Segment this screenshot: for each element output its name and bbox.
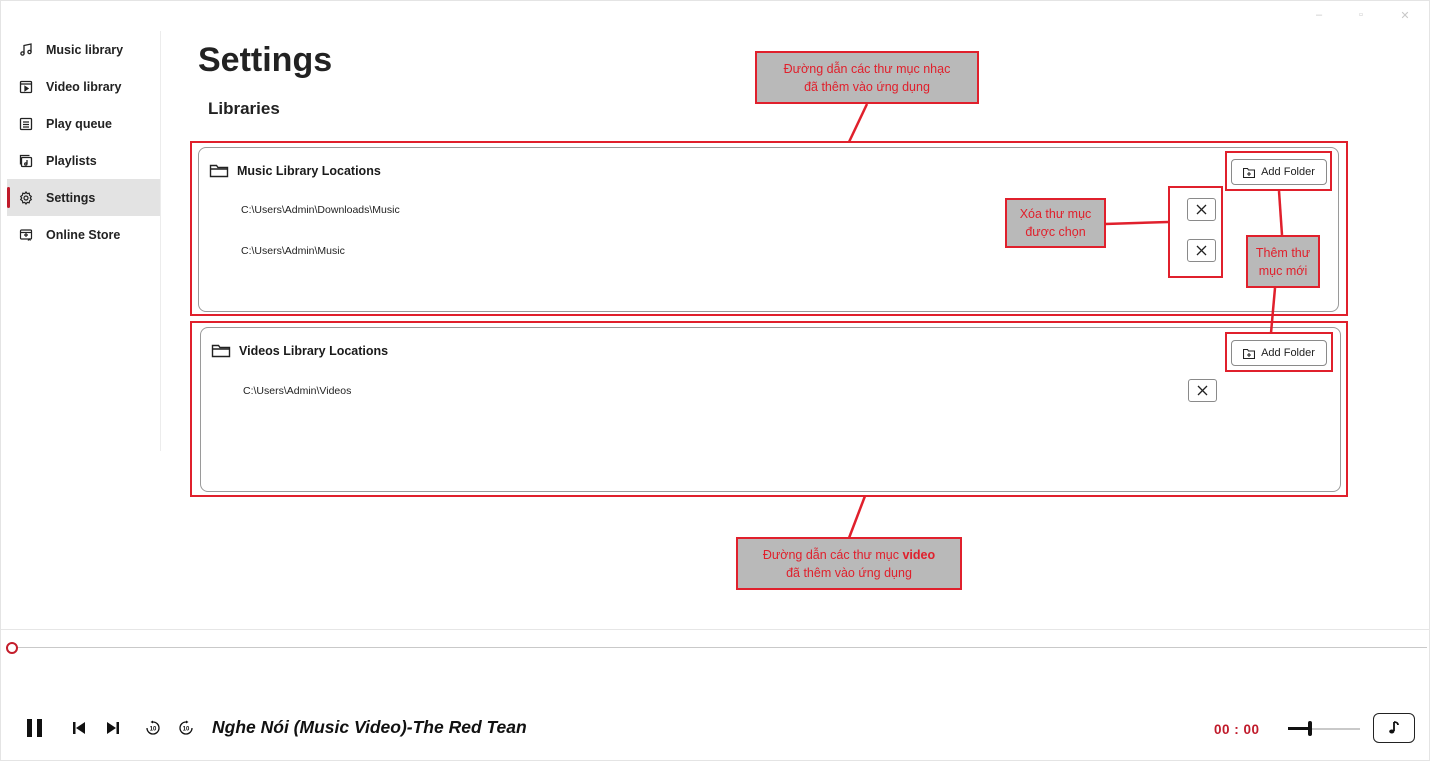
- annotation-text: Đường dẫn các thư mục nhạc: [783, 61, 951, 76]
- music-library-heading-label: Music Library Locations: [237, 164, 381, 178]
- folder-icon: [211, 344, 231, 358]
- video-library-heading-label: Videos Library Locations: [239, 344, 389, 358]
- rewind-10-icon: 10: [146, 720, 160, 735]
- close-icon[interactable]: ✕: [1395, 9, 1415, 22]
- video-library-panel: Videos Library Locations C:\Users\Admin\…: [200, 327, 1341, 492]
- pause-button[interactable]: [25, 717, 45, 739]
- maximize-icon[interactable]: ▫: [1351, 9, 1371, 21]
- app-window: – ▫ ✕ Music library Video library Play q…: [0, 0, 1430, 761]
- sidebar: Music library Video library Play queue P…: [7, 31, 161, 451]
- add-folder-label: Add Folder: [1261, 347, 1315, 359]
- annotation-text: đã thêm vào ứng dụng: [786, 565, 912, 580]
- volume-fill: [1288, 727, 1310, 730]
- annotation-text: Xóa thư mục: [1019, 207, 1092, 221]
- gear-icon: [19, 190, 33, 205]
- add-video-folder-button[interactable]: Add Folder: [1231, 340, 1327, 366]
- music-library-panel: Music Library Locations C:\Users\Admin\D…: [198, 147, 1339, 312]
- video-path-item: C:\Users\Admin\Videos: [243, 385, 352, 397]
- sidebar-item-label: Playlists: [46, 153, 97, 168]
- next-button[interactable]: [105, 720, 121, 736]
- close-icon: [1196, 204, 1207, 215]
- sidebar-item-online-store[interactable]: Online Store: [7, 216, 160, 253]
- section-title: Libraries: [208, 99, 280, 118]
- store-icon: [19, 228, 33, 242]
- add-folder-label: Add Folder: [1261, 166, 1315, 178]
- forward-10-icon: 10: [179, 720, 193, 735]
- player-divider: [1, 629, 1430, 630]
- sidebar-item-label: Video library: [46, 79, 122, 94]
- rewind-10-button[interactable]: 10: [144, 719, 162, 737]
- sidebar-item-music-library[interactable]: Music library: [7, 31, 160, 68]
- pause-icon: [27, 719, 42, 737]
- sidebar-item-video-library[interactable]: Video library: [7, 68, 160, 105]
- playback-time: 00 : 00: [1214, 722, 1260, 737]
- annotation-add: Thêm thư mục mới: [1246, 235, 1320, 288]
- skip-next-icon: [107, 722, 119, 734]
- add-folder-icon: [1243, 348, 1256, 359]
- sidebar-item-play-queue[interactable]: Play queue: [7, 105, 160, 142]
- annotation-text: mục mới: [1258, 263, 1308, 278]
- queue-icon: [19, 117, 33, 131]
- music-note-icon: [19, 42, 33, 57]
- music-library-heading: Music Library Locations: [209, 163, 381, 179]
- sidebar-item-playlists[interactable]: Playlists: [7, 142, 160, 179]
- close-icon: [1197, 385, 1208, 396]
- annotation-remove: Xóa thư mục được chọn: [1005, 198, 1106, 248]
- annotation-text-bold: video: [902, 547, 936, 562]
- seek-thumb[interactable]: [6, 642, 18, 654]
- playlist-icon: [19, 154, 33, 168]
- remove-folder-button[interactable]: [1188, 379, 1217, 402]
- music-path-item: C:\Users\Admin\Music: [241, 245, 345, 257]
- svg-text:10: 10: [150, 727, 157, 733]
- sidebar-item-label: Play queue: [46, 116, 112, 131]
- music-note-icon: [1389, 721, 1399, 734]
- volume-slider[interactable]: [1288, 721, 1360, 736]
- annotation-text: đã thêm vào ứng dụng: [804, 79, 930, 94]
- forward-10-button[interactable]: 10: [177, 719, 195, 737]
- close-icon: [1196, 245, 1207, 256]
- volume-thumb[interactable]: [1307, 721, 1312, 736]
- now-playing-button[interactable]: [1373, 713, 1415, 743]
- annotation-video-paths: Đường dẫn các thư mục video đã thêm vào …: [736, 537, 962, 590]
- remove-folder-button[interactable]: [1187, 198, 1216, 221]
- annotation-text: Đường dẫn các thư mục video: [763, 546, 935, 564]
- video-library-heading: Videos Library Locations: [211, 343, 388, 359]
- annotation-text-part: Đường dẫn các thư mục: [762, 547, 903, 562]
- add-music-folder-button[interactable]: Add Folder: [1231, 159, 1327, 185]
- sidebar-item-settings[interactable]: Settings: [7, 179, 160, 216]
- seek-bar[interactable]: [11, 647, 1427, 648]
- music-path-item: C:\Users\Admin\Downloads\Music: [241, 204, 400, 216]
- sidebar-item-label: Music library: [46, 42, 124, 57]
- skip-previous-icon: [73, 722, 85, 734]
- minimize-icon[interactable]: –: [1309, 9, 1329, 21]
- video-icon: [19, 80, 33, 94]
- annotation-text: Thêm thư: [1255, 245, 1311, 260]
- previous-button[interactable]: [71, 720, 87, 736]
- annotation-text: được chọn: [1025, 225, 1086, 239]
- folder-icon: [209, 164, 229, 178]
- sidebar-item-label: Settings: [46, 190, 96, 205]
- remove-folder-button[interactable]: [1187, 239, 1216, 262]
- page-title: Settings: [198, 41, 333, 79]
- add-folder-icon: [1243, 167, 1256, 178]
- annotation-music-paths: Đường dẫn các thư mục nhạc đã thêm vào ứ…: [755, 51, 979, 104]
- now-playing-title: Nghe Nói (Music Video)-The Red Tean: [212, 717, 527, 737]
- sidebar-item-label: Online Store: [46, 227, 121, 242]
- svg-text:10: 10: [183, 727, 190, 733]
